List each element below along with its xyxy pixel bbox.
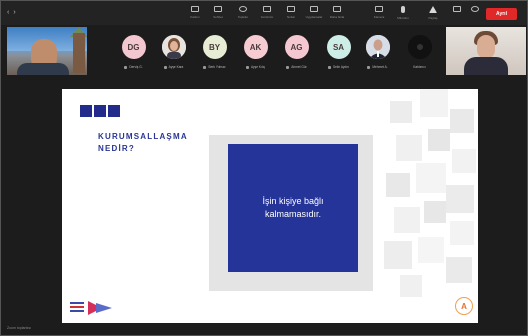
chat-icon	[214, 6, 222, 12]
participant-tile[interactable]: AK Ayşe Kılıç	[238, 28, 273, 76]
apps-icon	[310, 6, 318, 12]
participant-tile[interactable]: Mehmet A.	[360, 28, 395, 76]
organization-logo	[68, 299, 114, 317]
window-controls: ‹ ›	[7, 9, 20, 16]
view-button[interactable]: Görünüm	[257, 5, 277, 22]
person-photo-icon	[365, 35, 390, 59]
participant-tile[interactable]: SA Selin Aydın	[321, 28, 356, 76]
mic-muted-icon	[124, 65, 128, 69]
participant-tile[interactable]: BY Berk Yılmaz	[197, 28, 232, 76]
status-label: Zoom toplantısı	[7, 326, 32, 330]
avatar	[365, 35, 390, 59]
top-toolbar: ‹ › Katılım Sohbet Tepkiler Görünüm Notl…	[1, 1, 527, 25]
mic-muted-icon	[245, 65, 249, 69]
deco-square	[108, 105, 120, 117]
avatar	[407, 35, 432, 59]
circle-icon	[471, 6, 479, 12]
participants-strip: DG Derviş G. Ayşe Kara BY Berk Yılmaz AK…	[1, 25, 527, 81]
leave-button[interactable]: Ayrıl	[486, 8, 517, 20]
mic-muted-icon	[328, 65, 332, 69]
participant-tile[interactable]: Katılımcı	[402, 28, 437, 76]
chevron-right-icon[interactable]: ›	[13, 9, 15, 16]
share-button[interactable]: Paylaş	[423, 5, 443, 22]
deco-square	[94, 105, 106, 117]
corner-logo: A	[455, 297, 473, 315]
video-tile-self[interactable]	[446, 27, 526, 75]
avatar	[161, 35, 186, 59]
reactions-button[interactable]: Tepkiler	[233, 5, 253, 22]
participant-tile[interactable]: AG Ahmet Gür	[279, 28, 314, 76]
apps-button[interactable]: Uygulamalar	[304, 5, 324, 22]
more-button[interactable]: Daha fazla	[327, 5, 347, 22]
mosaic-decoration	[380, 89, 478, 323]
mic-muted-icon	[203, 65, 207, 69]
camera-button[interactable]: Kamera	[369, 5, 389, 22]
more-icon	[333, 6, 341, 12]
notes-icon	[287, 6, 295, 12]
share-icon	[429, 6, 437, 13]
definition-card: İşin kişiye bağlı kalmamasıdır.	[228, 144, 358, 272]
chevron-left-icon[interactable]: ‹	[7, 9, 9, 16]
mic-muted-icon	[163, 65, 167, 69]
extra-button[interactable]	[447, 5, 467, 22]
participants-button[interactable]: Katılım	[185, 5, 205, 22]
options-button[interactable]	[465, 5, 485, 22]
emoji-icon	[239, 6, 247, 12]
dark-avatar-icon	[407, 35, 432, 59]
video-tile-presenter[interactable]	[7, 27, 87, 75]
mic-icon	[401, 6, 405, 13]
shared-screen: KURUMSALLAŞMA NEDİR? İşin kişiye bağlı k…	[62, 89, 478, 323]
camera-icon	[375, 6, 383, 12]
people-icon	[191, 6, 199, 12]
person-photo-icon	[161, 35, 186, 59]
mic-muted-icon	[286, 65, 290, 69]
notes-button[interactable]: Notlar	[281, 5, 301, 22]
avatar: DG	[121, 35, 146, 59]
mic-button[interactable]: Mikrofon	[393, 5, 413, 22]
avatar: SA	[326, 35, 351, 59]
deco-square	[80, 105, 92, 117]
avatar: AK	[243, 35, 268, 59]
mic-muted-icon	[367, 65, 371, 69]
avatar: BY	[202, 35, 227, 59]
square-icon	[453, 6, 461, 12]
participant-tile[interactable]: Ayşe Kara	[156, 28, 191, 76]
slide-title: KURUMSALLAŞMA NEDİR?	[98, 132, 188, 153]
avatar: AG	[284, 35, 309, 59]
chat-button[interactable]: Sohbet	[208, 5, 228, 22]
logo-graphic	[70, 301, 112, 315]
meeting-window: ‹ › Katılım Sohbet Tepkiler Görünüm Notl…	[0, 0, 528, 336]
layout-icon	[263, 6, 271, 12]
participant-tile[interactable]: DG Derviş G.	[116, 28, 151, 76]
